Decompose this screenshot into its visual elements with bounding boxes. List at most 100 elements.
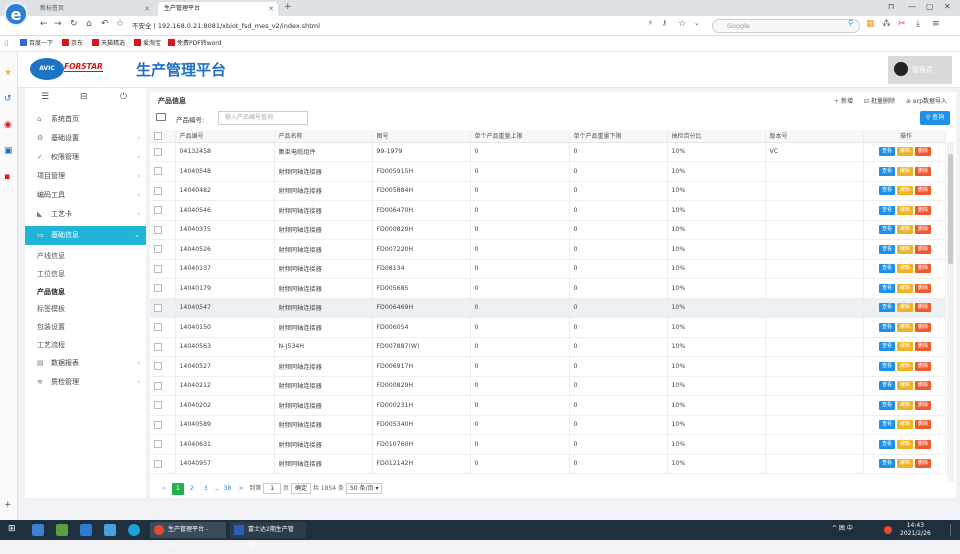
- row-checkbox[interactable]: [154, 323, 162, 332]
- column-header[interactable]: 版本号: [765, 130, 864, 143]
- add-icon[interactable]: +: [4, 500, 12, 510]
- row-checkbox[interactable]: [154, 284, 162, 293]
- edit-button[interactable]: 编辑: [896, 225, 913, 235]
- cut-icon[interactable]: ✂: [898, 19, 906, 29]
- edit-button[interactable]: 编辑: [896, 400, 913, 410]
- view-button[interactable]: 查看: [878, 147, 895, 157]
- row-select-cell[interactable]: [150, 259, 176, 279]
- sogou-icon[interactable]: [884, 526, 892, 534]
- view-button[interactable]: 查看: [878, 322, 895, 332]
- row-checkbox[interactable]: [154, 459, 162, 468]
- page-button[interactable]: 2: [186, 483, 198, 495]
- row-checkbox[interactable]: [154, 167, 162, 176]
- query-button[interactable]: ⚲ 查询: [920, 111, 950, 125]
- view-button[interactable]: 查看: [878, 244, 895, 254]
- delete-button[interactable]: 删除: [915, 322, 932, 332]
- delete-button[interactable]: 删除: [915, 439, 932, 449]
- delete-button[interactable]: 删除: [915, 459, 932, 469]
- tray-icons[interactable]: ^ 囲 中: [832, 523, 853, 532]
- bookmark-aitaobao[interactable]: 爱淘宝: [134, 39, 161, 49]
- sidebar-subitem-product-info[interactable]: 产品信息: [25, 284, 146, 302]
- browser-search-input[interactable]: Google: [712, 19, 860, 33]
- goto-page-input[interactable]: 1: [263, 483, 282, 494]
- view-button[interactable]: 查看: [878, 439, 895, 449]
- sidebar-item-coding-tools[interactable]: 编码工具 ‹: [25, 186, 146, 205]
- apps-icon[interactable]: ⁂: [882, 19, 891, 29]
- sidebar-subitem-packing-settings[interactable]: 包装设置: [25, 319, 146, 337]
- tab-new-tab[interactable]: 新标签页 ✕: [34, 2, 154, 16]
- table-row[interactable]: 14040526 射频同轴连接器 FD007220H 0 0 10% 查看 编辑 删除: [150, 239, 946, 260]
- product-code-search-input[interactable]: 输入产品编号查询: [218, 111, 308, 125]
- goto-confirm-button[interactable]: 确定: [290, 483, 311, 494]
- sidebar-item-quality[interactable]: ≋ 质检管理 ‹: [25, 373, 146, 392]
- menu-toggle-icon[interactable]: ☰: [41, 92, 49, 102]
- edit-button[interactable]: 编辑: [896, 244, 913, 254]
- row-checkbox[interactable]: [154, 186, 162, 195]
- bookmark-tmall[interactable]: 天猫精选: [92, 39, 125, 49]
- back-icon[interactable]: ←: [40, 19, 48, 29]
- row-select-cell[interactable]: [150, 356, 176, 377]
- delete-button[interactable]: 删除: [915, 225, 932, 235]
- prev-page-button[interactable]: <: [158, 483, 170, 495]
- sidebar-item-projects[interactable]: 项目管理 ‹: [25, 167, 146, 186]
- view-button[interactable]: 查看: [878, 361, 895, 371]
- add-button[interactable]: + 新增: [834, 96, 853, 105]
- column-header[interactable]: 抽检百分比: [667, 130, 766, 143]
- row-checkbox[interactable]: [154, 440, 162, 449]
- task-view-icon[interactable]: [32, 524, 44, 536]
- table-row[interactable]: 04132458 集束电缆组件 99-1979 0 0 10% VC 查看 编辑 删除: [150, 142, 946, 162]
- car-icon[interactable]: ⊟: [80, 92, 88, 102]
- close-window-icon[interactable]: ✕: [944, 2, 951, 11]
- edit-button[interactable]: 编辑: [896, 381, 913, 391]
- row-select-cell[interactable]: [150, 376, 176, 396]
- view-button[interactable]: 查看: [878, 225, 895, 235]
- row-select-cell[interactable]: [150, 181, 176, 201]
- view-button[interactable]: 查看: [878, 420, 895, 430]
- edit-button[interactable]: 编辑: [896, 205, 913, 215]
- delete-button[interactable]: 删除: [915, 420, 932, 430]
- delete-button[interactable]: 删除: [915, 342, 932, 352]
- sidebar-subitem-label-template[interactable]: 标签模板: [25, 301, 146, 319]
- forward-icon[interactable]: →: [54, 19, 62, 29]
- row-checkbox[interactable]: [154, 225, 162, 234]
- table-row[interactable]: 14040212 射频同轴连接器 FD000829H 0 0 10% 查看 编辑 删除: [150, 376, 946, 396]
- scrollbar-thumb[interactable]: [948, 154, 953, 264]
- row-select-cell[interactable]: [150, 337, 176, 357]
- row-checkbox[interactable]: [154, 342, 162, 351]
- delete-button[interactable]: 删除: [915, 361, 932, 371]
- next-page-button[interactable]: >: [235, 483, 247, 495]
- url-field[interactable]: 不安全 | 192.168.0.21:8081/xbiot_fsd_mes_v2…: [132, 19, 702, 33]
- page-button[interactable]: 3: [200, 483, 212, 495]
- key-icon[interactable]: ⚷: [662, 19, 667, 27]
- table-row[interactable]: 14040548 射频同轴连接器 FD005915H 0 0 10% 查看 编辑 删除: [150, 161, 946, 182]
- edit-button[interactable]: 编辑: [896, 186, 913, 196]
- windows-start-icon[interactable]: ⊞: [8, 524, 16, 534]
- view-button[interactable]: 查看: [878, 303, 895, 313]
- delete-button[interactable]: 删除: [915, 283, 932, 293]
- edit-button[interactable]: 编辑: [896, 459, 913, 469]
- delete-button[interactable]: 删除: [915, 186, 932, 196]
- tab-production-platform[interactable]: 生产管理平台 ✕: [158, 2, 278, 16]
- sidebar-item-basic-info[interactable]: ▭ 基础信息 ⌄: [25, 226, 146, 245]
- home-icon[interactable]: ⌂: [86, 19, 92, 29]
- edit-button[interactable]: 编辑: [896, 361, 913, 371]
- sidebar-toggle-icon[interactable]: ⟨|: [4, 39, 8, 49]
- bookmark-jd[interactable]: 京东: [62, 39, 83, 49]
- column-header[interactable]: 单个产品重量上限: [470, 130, 570, 143]
- sidebar-item-permissions[interactable]: ✓ 权限管理 ‹: [25, 148, 146, 167]
- bookmark-pdf[interactable]: 免费PDF转word: [168, 39, 221, 49]
- favorite-star-icon[interactable]: ★: [4, 68, 12, 78]
- row-checkbox[interactable]: [154, 264, 162, 273]
- edit-button[interactable]: 编辑: [896, 439, 913, 449]
- sidebar-item-home[interactable]: ⌂ 系统首页: [25, 110, 146, 129]
- row-select-cell[interactable]: [150, 415, 176, 435]
- sidebar-subitem-station-info[interactable]: 工位信息: [25, 266, 146, 284]
- edge-icon[interactable]: [128, 524, 140, 536]
- table-row[interactable]: 14040137 射频同轴连接器 FD08134 0 0 10% 查看 编辑 删除: [150, 259, 946, 279]
- window-icon[interactable]: ▣: [4, 146, 13, 156]
- table-row[interactable]: 14040957 射频同轴连接器 FD012142H 0 0 10% 查看 编辑 删除: [150, 454, 946, 474]
- table-row[interactable]: 14040589 射频同轴连接器 FD005340H 0 0 10% 查看 编辑 删除: [150, 415, 946, 435]
- view-button[interactable]: 查看: [878, 186, 895, 196]
- row-checkbox[interactable]: [154, 420, 162, 429]
- reload-icon[interactable]: ↻: [70, 19, 78, 29]
